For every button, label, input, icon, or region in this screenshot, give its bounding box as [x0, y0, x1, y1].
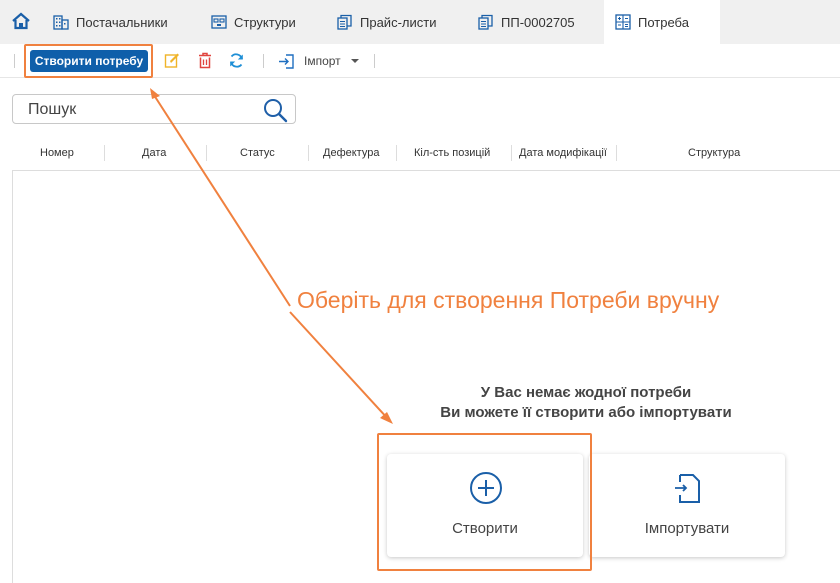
import-card-label: Імпортувати: [644, 520, 730, 537]
import-file-icon: [675, 474, 700, 503]
empty-state-title: У Вас немає жодної потреби: [480, 384, 692, 401]
annotation-text: Оберіть для створення Потреби вручну: [297, 287, 720, 313]
empty-state-subtitle: Ви можете її створити або імпортувати: [440, 404, 732, 421]
highlight-create-card: [377, 433, 592, 571]
import-card[interactable]: Імпортувати: [589, 454, 785, 557]
